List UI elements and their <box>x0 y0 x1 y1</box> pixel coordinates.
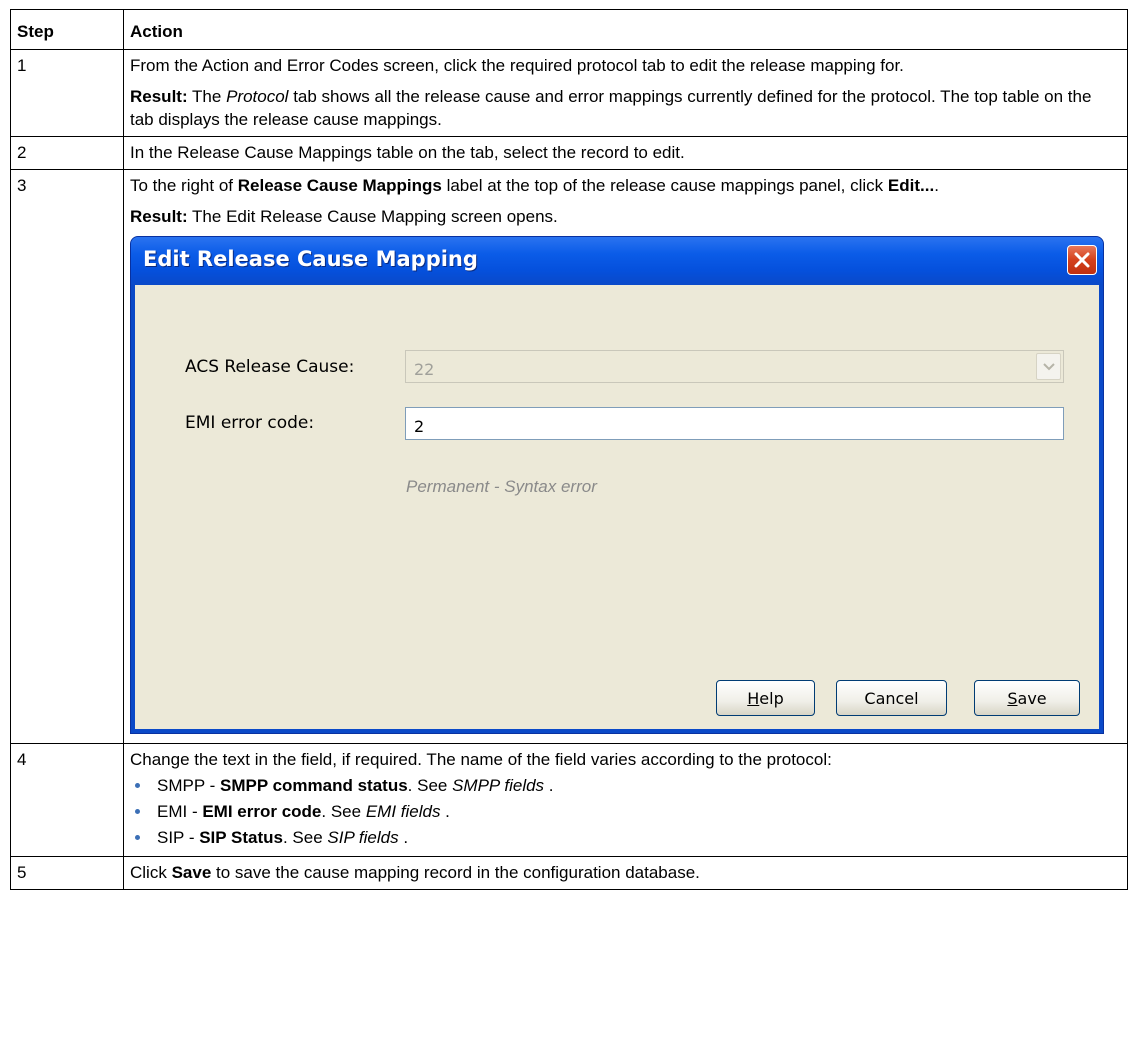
bullet-icon <box>135 809 140 814</box>
bullet-icon <box>135 783 140 788</box>
step-action: Change the text in the field, if require… <box>123 743 1128 857</box>
step-action: Click Save to save the cause mapping rec… <box>123 856 1128 890</box>
step-number: 4 <box>10 743 124 857</box>
emi-error-code-field[interactable]: 2 <box>405 407 1064 440</box>
dialog-title: Edit Release Cause Mapping <box>143 247 478 271</box>
smpp-fields-link[interactable]: SMPP fields <box>452 776 544 795</box>
table-row: 2 In the Release Cause Mappings table on… <box>10 136 1128 170</box>
table-row: 1 From the Action and Error Codes screen… <box>10 49 1128 137</box>
step-number: 3 <box>10 169 124 744</box>
result-text: Result: The Protocol tab shows all the r… <box>130 87 1092 129</box>
step-number: 5 <box>10 856 124 890</box>
protocol-term: Protocol <box>226 87 289 106</box>
close-icon[interactable] <box>1067 245 1097 275</box>
step-number: 2 <box>10 136 124 170</box>
table-header-row: Step Action <box>10 9 1128 50</box>
list-item: SMPP - SMPP command status. See SMPP fie… <box>130 773 1119 799</box>
step-number: 1 <box>10 49 124 137</box>
acs-release-cause-value: 22 <box>414 360 435 379</box>
acs-release-cause-select[interactable]: 22 <box>405 350 1064 383</box>
result-text: Result: The Edit Release Cause Mapping s… <box>130 207 558 226</box>
header-action: Action <box>123 9 1128 50</box>
emi-error-code-label: EMI error code: <box>185 413 315 433</box>
error-description-hint: Permanent - Syntax error <box>406 477 597 496</box>
help-button[interactable]: Help <box>716 680 815 716</box>
table-row: 3 To the right of Release Cause Mappings… <box>10 169 1128 744</box>
instruction-text: Click Save to save the cause mapping rec… <box>130 863 700 882</box>
instruction-text: From the Action and Error Codes screen, … <box>130 56 904 75</box>
chevron-down-icon[interactable] <box>1036 353 1061 380</box>
emi-error-code-value: 2 <box>414 417 425 436</box>
edit-release-cause-mapping-dialog: Edit Release Cause Mapping ACS Release C… <box>130 236 1104 734</box>
emi-fields-link[interactable]: EMI fields <box>366 802 441 821</box>
acs-release-cause-label: ACS Release Cause: <box>185 357 355 377</box>
instruction-text: To the right of Release Cause Mappings l… <box>130 176 939 195</box>
instruction-text: In the Release Cause Mappings table on t… <box>130 143 685 162</box>
bullet-icon <box>135 835 140 840</box>
sip-fields-link[interactable]: SIP fields <box>327 828 398 847</box>
list-item: SIP - SIP Status. See SIP fields . <box>130 825 1119 851</box>
step-action: In the Release Cause Mappings table on t… <box>123 136 1128 170</box>
list-item: EMI - EMI error code. See EMI fields . <box>130 799 1119 825</box>
cancel-button[interactable]: Cancel <box>836 680 947 716</box>
procedure-table: Step Action 1 From the Action and Error … <box>10 9 1128 890</box>
header-step: Step <box>10 9 124 50</box>
table-row: 4 Change the text in the field, if requi… <box>10 743 1128 857</box>
instruction-text: Change the text in the field, if require… <box>130 750 832 769</box>
result-label: Result: <box>130 207 188 226</box>
step-action: From the Action and Error Codes screen, … <box>123 49 1128 137</box>
dialog-body: ACS Release Cause: 22 EMI error code: 2 … <box>135 285 1099 729</box>
protocol-field-list: SMPP - SMPP command status. See SMPP fie… <box>130 773 1119 851</box>
result-label: Result: <box>130 87 188 106</box>
save-button[interactable]: Save <box>974 680 1080 716</box>
step-action: To the right of Release Cause Mappings l… <box>123 169 1128 744</box>
dialog-title-bar[interactable]: Edit Release Cause Mapping <box>131 237 1103 285</box>
table-row: 5 Click Save to save the cause mapping r… <box>10 856 1128 890</box>
